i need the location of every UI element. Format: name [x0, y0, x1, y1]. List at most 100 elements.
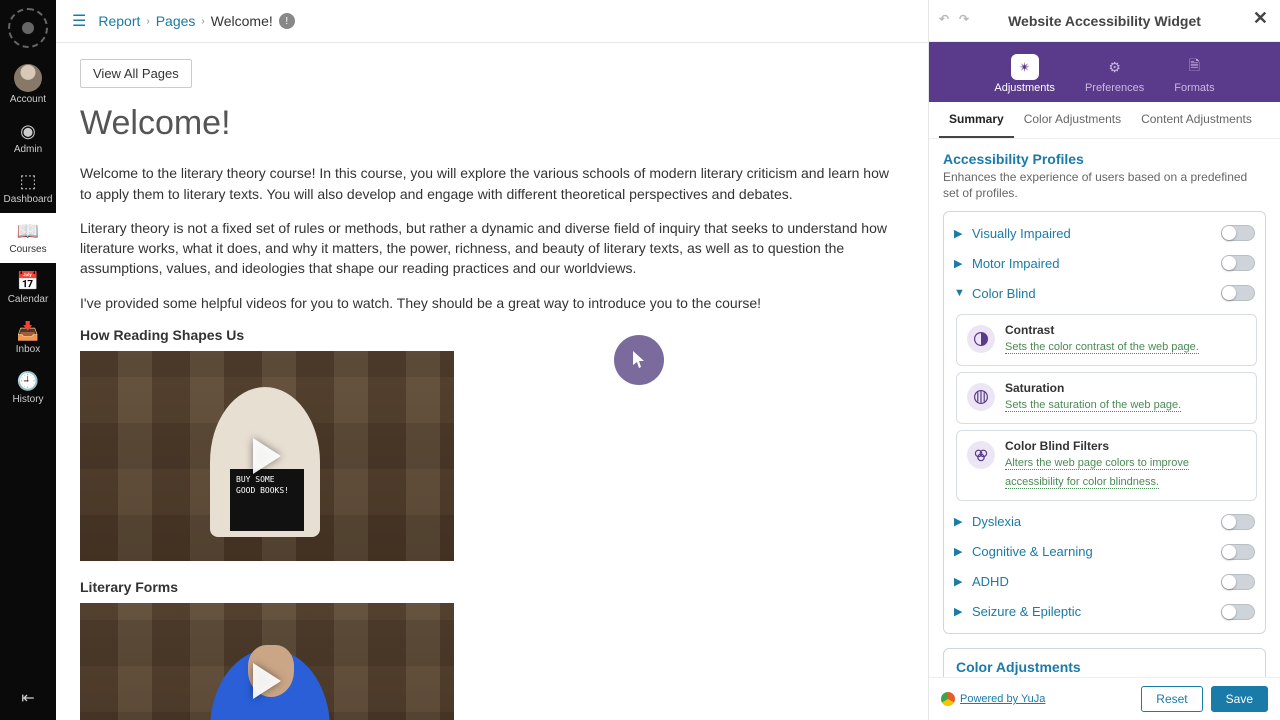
- hamburger-icon[interactable]: ☰: [72, 11, 86, 31]
- redo-icon[interactable]: ↷: [959, 12, 969, 26]
- profile-label: Cognitive & Learning: [972, 544, 1221, 559]
- profile-label: ADHD: [972, 574, 1221, 589]
- chevron-right-icon: ▶: [954, 545, 972, 558]
- preferences-icon: ⚙: [1101, 54, 1129, 80]
- saturation-icon: [967, 383, 995, 411]
- powered-by-link[interactable]: Powered by YuJa: [941, 692, 1045, 706]
- sub-name: Contrast: [1005, 323, 1199, 337]
- subitem-saturation[interactable]: Saturation Sets the saturation of the we…: [956, 372, 1257, 424]
- chevron-right-icon: ▶: [954, 257, 972, 270]
- crumb-pages[interactable]: Pages: [156, 13, 196, 29]
- profile-cognitive-learning[interactable]: ▶ Cognitive & Learning: [952, 537, 1257, 567]
- toggle[interactable]: [1221, 255, 1255, 271]
- toggle[interactable]: [1221, 514, 1255, 530]
- nav-collapse[interactable]: ⇤: [21, 676, 34, 720]
- profile-label: Seizure & Epileptic: [972, 604, 1221, 619]
- accessibility-badge-icon[interactable]: !: [279, 13, 295, 29]
- toggle[interactable]: [1221, 604, 1255, 620]
- sub-desc: Alters the web page colors to improve ac…: [1005, 457, 1189, 490]
- chevron-down-icon: ▼: [954, 287, 972, 299]
- sub-name: Saturation: [1005, 381, 1181, 395]
- tab-formats[interactable]: 🗎 Formats: [1168, 50, 1220, 98]
- dashboard-icon: ⬚: [19, 171, 36, 192]
- chevron-right-icon: ▶: [954, 575, 972, 588]
- widget-header: ↶ ↷ Website Accessibility Widget ✕: [929, 0, 1280, 42]
- nav-account[interactable]: Account: [0, 56, 56, 113]
- nav-admin[interactable]: ◉ Admin: [0, 113, 56, 163]
- tab-adjustments[interactable]: ✴ Adjustments: [988, 50, 1061, 98]
- profile-label: Dyslexia: [972, 514, 1221, 529]
- reset-button[interactable]: Reset: [1141, 686, 1202, 712]
- intro-para-1: Welcome to the literary theory course! I…: [80, 163, 904, 204]
- view-all-pages-button[interactable]: View All Pages: [80, 59, 192, 88]
- profile-dyslexia[interactable]: ▶ Dyslexia: [952, 507, 1257, 537]
- play-icon: [253, 438, 281, 474]
- subtab-content-adjustments[interactable]: Content Adjustments: [1131, 102, 1262, 138]
- profile-adhd[interactable]: ▶ ADHD: [952, 567, 1257, 597]
- nav-label: Courses: [9, 244, 46, 255]
- nav-label: Dashboard: [4, 194, 53, 205]
- intro-para-2: Literary theory is not a fixed set of ru…: [80, 218, 904, 279]
- tab-preferences[interactable]: ⚙ Preferences: [1079, 50, 1150, 98]
- toggle[interactable]: [1221, 225, 1255, 241]
- subitem-contrast[interactable]: Contrast Sets the color contrast of the …: [956, 314, 1257, 366]
- video-1[interactable]: BUY SOME GOOD BOOKS!: [80, 351, 454, 561]
- profiles-heading: Accessibility Profiles: [943, 151, 1266, 167]
- admin-icon: ◉: [20, 121, 36, 142]
- courses-icon: 📖: [17, 221, 39, 242]
- subitem-color-blind-filters[interactable]: Color Blind Filters Alters the web page …: [956, 430, 1257, 501]
- nav-label: History: [12, 394, 43, 405]
- crumb-report[interactable]: Report: [98, 13, 140, 29]
- chevron-right-icon: ▶: [954, 515, 972, 528]
- widget-tabs: ✴ Adjustments ⚙ Preferences 🗎 Formats: [929, 42, 1280, 102]
- tab-label: Preferences: [1085, 82, 1144, 94]
- sub-desc: Sets the saturation of the web page.: [1005, 399, 1181, 412]
- nav-history[interactable]: 🕘 History: [0, 363, 56, 413]
- profile-color-blind[interactable]: ▼ Color Blind: [952, 278, 1257, 308]
- undo-icon[interactable]: ↶: [939, 12, 949, 26]
- subtab-color-adjustments[interactable]: Color Adjustments: [1014, 102, 1131, 138]
- save-button[interactable]: Save: [1211, 686, 1268, 712]
- page-content: View All Pages Welcome! Welcome to the l…: [56, 43, 928, 720]
- profile-label: Color Blind: [972, 286, 1221, 301]
- inbox-icon: 📥: [17, 321, 39, 342]
- crumb-current: Welcome!: [211, 13, 273, 29]
- accessibility-widget: ↶ ↷ Website Accessibility Widget ✕ ✴ Adj…: [928, 0, 1280, 720]
- profile-visually-impaired[interactable]: ▶ Visually Impaired: [952, 218, 1257, 248]
- video-2[interactable]: [80, 603, 454, 720]
- subtab-summary[interactable]: Summary: [939, 102, 1014, 138]
- widget-footer: Powered by YuJa Reset Save: [929, 677, 1280, 720]
- toggle[interactable]: [1221, 285, 1255, 301]
- nav-courses[interactable]: 📖 Courses: [0, 213, 56, 263]
- page-title: Welcome!: [80, 104, 904, 143]
- toggle[interactable]: [1221, 574, 1255, 590]
- app-logo[interactable]: [8, 8, 48, 48]
- contrast-icon: [967, 325, 995, 353]
- toggle[interactable]: [1221, 544, 1255, 560]
- widget-body[interactable]: Accessibility Profiles Enhances the expe…: [929, 139, 1280, 677]
- chevron-right-icon: ›: [146, 16, 149, 27]
- global-nav: Account ◉ Admin ⬚ Dashboard 📖 Courses 📅 …: [0, 0, 56, 720]
- nav-label: Account: [10, 94, 46, 105]
- profiles-desc: Enhances the experience of users based o…: [943, 169, 1266, 201]
- chevron-right-icon: ›: [201, 16, 204, 27]
- profile-motor-impaired[interactable]: ▶ Motor Impaired: [952, 248, 1257, 278]
- nav-label: Calendar: [8, 294, 49, 305]
- avatar-icon: [14, 64, 42, 92]
- adjustments-icon: ✴: [1011, 54, 1039, 80]
- breadcrumb: Report › Pages › Welcome! !: [98, 13, 294, 29]
- video-sign: BUY SOME GOOD BOOKS!: [230, 469, 304, 531]
- color-adjustments-section: Color Adjustments ← Text Colors ✓ T: [943, 648, 1266, 677]
- play-icon: [253, 663, 281, 699]
- profile-label: Visually Impaired: [972, 226, 1221, 241]
- nav-dashboard[interactable]: ⬚ Dashboard: [0, 163, 56, 213]
- profile-seizure-epileptic[interactable]: ▶ Seizure & Epileptic: [952, 597, 1257, 627]
- close-icon[interactable]: ✕: [1253, 8, 1268, 29]
- calendar-icon: 📅: [17, 271, 39, 292]
- yuja-logo-icon: [941, 692, 955, 706]
- tab-label: Formats: [1174, 82, 1214, 94]
- nav-inbox[interactable]: 📥 Inbox: [0, 313, 56, 363]
- nav-calendar[interactable]: 📅 Calendar: [0, 263, 56, 313]
- filters-icon: [967, 441, 995, 469]
- video-2-title: Literary Forms: [80, 579, 904, 595]
